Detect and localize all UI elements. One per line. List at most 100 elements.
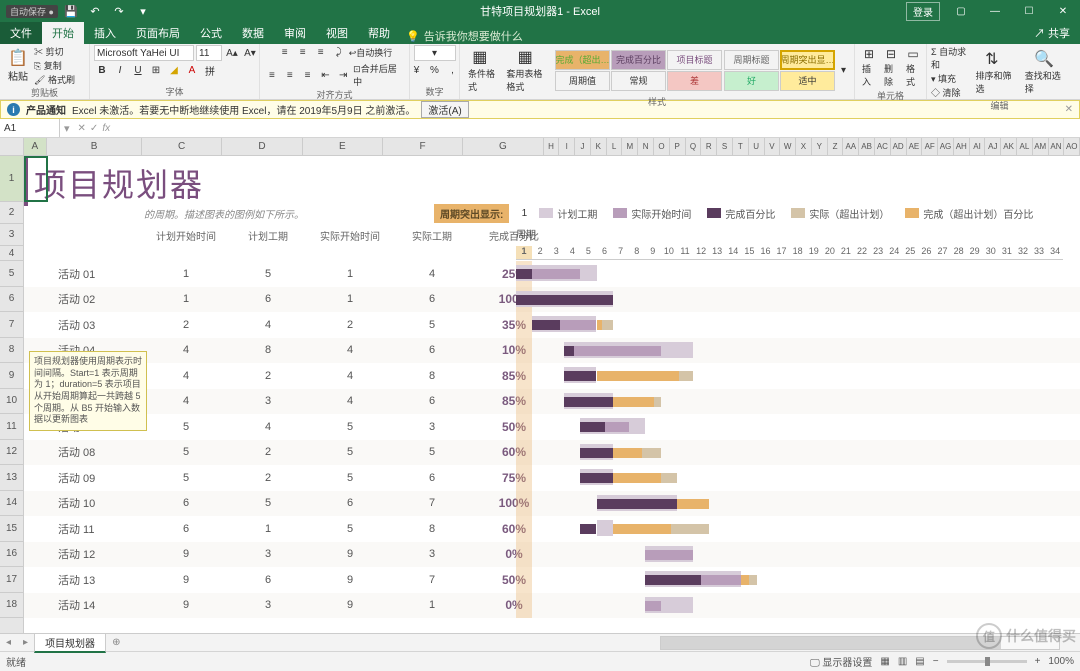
cell-plan-dur[interactable]: 6 [227, 574, 309, 586]
style-highlight[interactable]: 周期突出显… [780, 50, 835, 70]
tab-file[interactable]: 文件 [0, 22, 42, 44]
cell-act-start[interactable]: 5 [309, 523, 391, 535]
col-header-X[interactable]: X [796, 138, 812, 155]
tab-formula[interactable]: 公式 [190, 22, 232, 44]
phonetic-button[interactable]: 拼 [202, 63, 218, 78]
col-header-S[interactable]: S [717, 138, 733, 155]
cell-plan-dur[interactable]: 5 [227, 497, 309, 509]
col-header-AK[interactable]: AK [1001, 138, 1017, 155]
cell-plan-dur[interactable]: 3 [227, 395, 309, 407]
name-box[interactable]: A1 [0, 119, 60, 137]
orientation-icon[interactable]: ⤸ [331, 45, 347, 60]
currency-icon[interactable]: ¥ [409, 63, 425, 78]
select-all-triangle[interactable] [0, 138, 24, 155]
row-header-15[interactable]: 15 [0, 516, 23, 542]
row-header-9[interactable]: 9 [0, 363, 23, 389]
style-neutral[interactable]: 适中 [780, 71, 835, 91]
fill-button[interactable]: ▾ 填充 [931, 72, 969, 85]
cell-plan-dur[interactable]: 3 [227, 548, 309, 560]
zoom-level[interactable]: 100% [1048, 656, 1074, 667]
sort-filter-button[interactable]: ⇅排序和筛选 [971, 47, 1018, 97]
cell-act-dur[interactable]: 6 [391, 472, 473, 484]
autosum-button[interactable]: Σ 自动求和 [931, 45, 969, 71]
row-header-7[interactable]: 7 [0, 312, 23, 338]
notice-close-icon[interactable]: ✕ [1065, 104, 1073, 115]
cell-activity[interactable]: 活动 10 [48, 495, 145, 511]
format-cells-button[interactable]: ▭格式 [903, 45, 923, 89]
cell-act-dur[interactable]: 5 [391, 319, 473, 331]
col-header-AO[interactable]: AO [1064, 138, 1080, 155]
zoom-out-icon[interactable]: − [933, 656, 939, 667]
col-header-V[interactable]: V [765, 138, 781, 155]
close-icon[interactable]: ✕ [1046, 0, 1080, 22]
cell-activity[interactable]: 活动 13 [48, 572, 145, 588]
cell-act-dur[interactable]: 3 [391, 548, 473, 560]
ribbon-options-icon[interactable]: ▢ [944, 0, 978, 22]
cell-act-start[interactable]: 4 [309, 370, 391, 382]
merge-button[interactable]: ⊡合并后居中 [353, 62, 405, 88]
font-name-select[interactable]: Microsoft YaHei UI [94, 45, 194, 61]
row-header-14[interactable]: 14 [0, 491, 23, 517]
view-normal-icon[interactable]: ▦ [880, 656, 889, 667]
cell-act-start[interactable]: 9 [309, 548, 391, 560]
cell-act-dur[interactable]: 5 [391, 446, 473, 458]
row-header-13[interactable]: 13 [0, 465, 23, 491]
col-header-AH[interactable]: AH [954, 138, 970, 155]
tab-home[interactable]: 开始 [42, 22, 84, 44]
percent-icon[interactable]: % [427, 63, 443, 78]
cell-activity[interactable]: 活动 02 [48, 291, 145, 307]
cell-plan-dur[interactable]: 3 [227, 599, 309, 611]
row-header-3[interactable]: 3 [0, 224, 23, 246]
style-bad[interactable]: 差 [667, 71, 722, 91]
cell-plan-start[interactable]: 4 [145, 344, 227, 356]
conditional-format-button[interactable]: ▦条件格式 [464, 45, 500, 95]
cell-activity[interactable]: 活动 09 [48, 470, 145, 486]
tab-layout[interactable]: 页面布局 [126, 22, 190, 44]
col-header-P[interactable]: P [670, 138, 686, 155]
cell-plan-start[interactable]: 5 [145, 421, 227, 433]
cell-plan-start[interactable]: 5 [145, 446, 227, 458]
cell-act-start[interactable]: 4 [309, 395, 391, 407]
col-header-F[interactable]: F [383, 138, 463, 155]
view-break-icon[interactable]: ▤ [915, 656, 924, 667]
indent-inc-icon[interactable]: ⇥ [335, 68, 351, 83]
cancel-formula-icon[interactable]: ✕ [78, 123, 86, 134]
align-right-icon[interactable]: ≡ [300, 68, 316, 83]
style-title[interactable]: 项目标题 [667, 50, 722, 70]
col-header-AB[interactable]: AB [859, 138, 875, 155]
add-sheet-icon[interactable]: ⊕ [106, 637, 126, 648]
cell-plan-dur[interactable]: 1 [227, 523, 309, 535]
font-size-select[interactable]: 11 [196, 45, 222, 61]
font-color-button[interactable]: A [184, 63, 200, 78]
col-header-N[interactable]: N [638, 138, 654, 155]
row-header-8[interactable]: 8 [0, 338, 23, 364]
redo-icon[interactable]: ↷ [108, 1, 130, 21]
col-header-H[interactable]: H [544, 138, 560, 155]
cell-act-dur[interactable]: 4 [391, 268, 473, 280]
cell-act-dur[interactable]: 8 [391, 523, 473, 535]
col-header-G[interactable]: G [463, 138, 543, 155]
cell-act-start[interactable]: 1 [309, 293, 391, 305]
cell-act-dur[interactable]: 6 [391, 395, 473, 407]
col-header-I[interactable]: I [559, 138, 575, 155]
format-painter-button[interactable]: 🖌 格式刷 [34, 73, 75, 86]
gallery-more-icon[interactable]: ▾ [837, 63, 850, 78]
row-header-16[interactable]: 16 [0, 542, 23, 568]
login-button[interactable]: 登录 [906, 2, 940, 21]
border-button[interactable]: ⊞ [148, 63, 164, 78]
col-header-T[interactable]: T [733, 138, 749, 155]
style-done[interactable]: 完成（超出… [555, 50, 610, 70]
align-bot-icon[interactable]: ≡ [313, 45, 329, 60]
col-header-E[interactable]: E [303, 138, 383, 155]
col-header-AD[interactable]: AD [891, 138, 907, 155]
tab-review[interactable]: 审阅 [274, 22, 316, 44]
cell-plan-dur[interactable]: 6 [227, 293, 309, 305]
col-header-A[interactable]: A [24, 138, 48, 155]
cell-activity[interactable]: 活动 08 [48, 444, 145, 460]
tab-data[interactable]: 数据 [232, 22, 274, 44]
copy-button[interactable]: ⎘ 复制 [34, 59, 75, 72]
col-header-J[interactable]: J [575, 138, 591, 155]
cell-plan-start[interactable]: 6 [145, 523, 227, 535]
style-period-title[interactable]: 周期标题 [724, 50, 779, 70]
col-header-L[interactable]: L [607, 138, 623, 155]
